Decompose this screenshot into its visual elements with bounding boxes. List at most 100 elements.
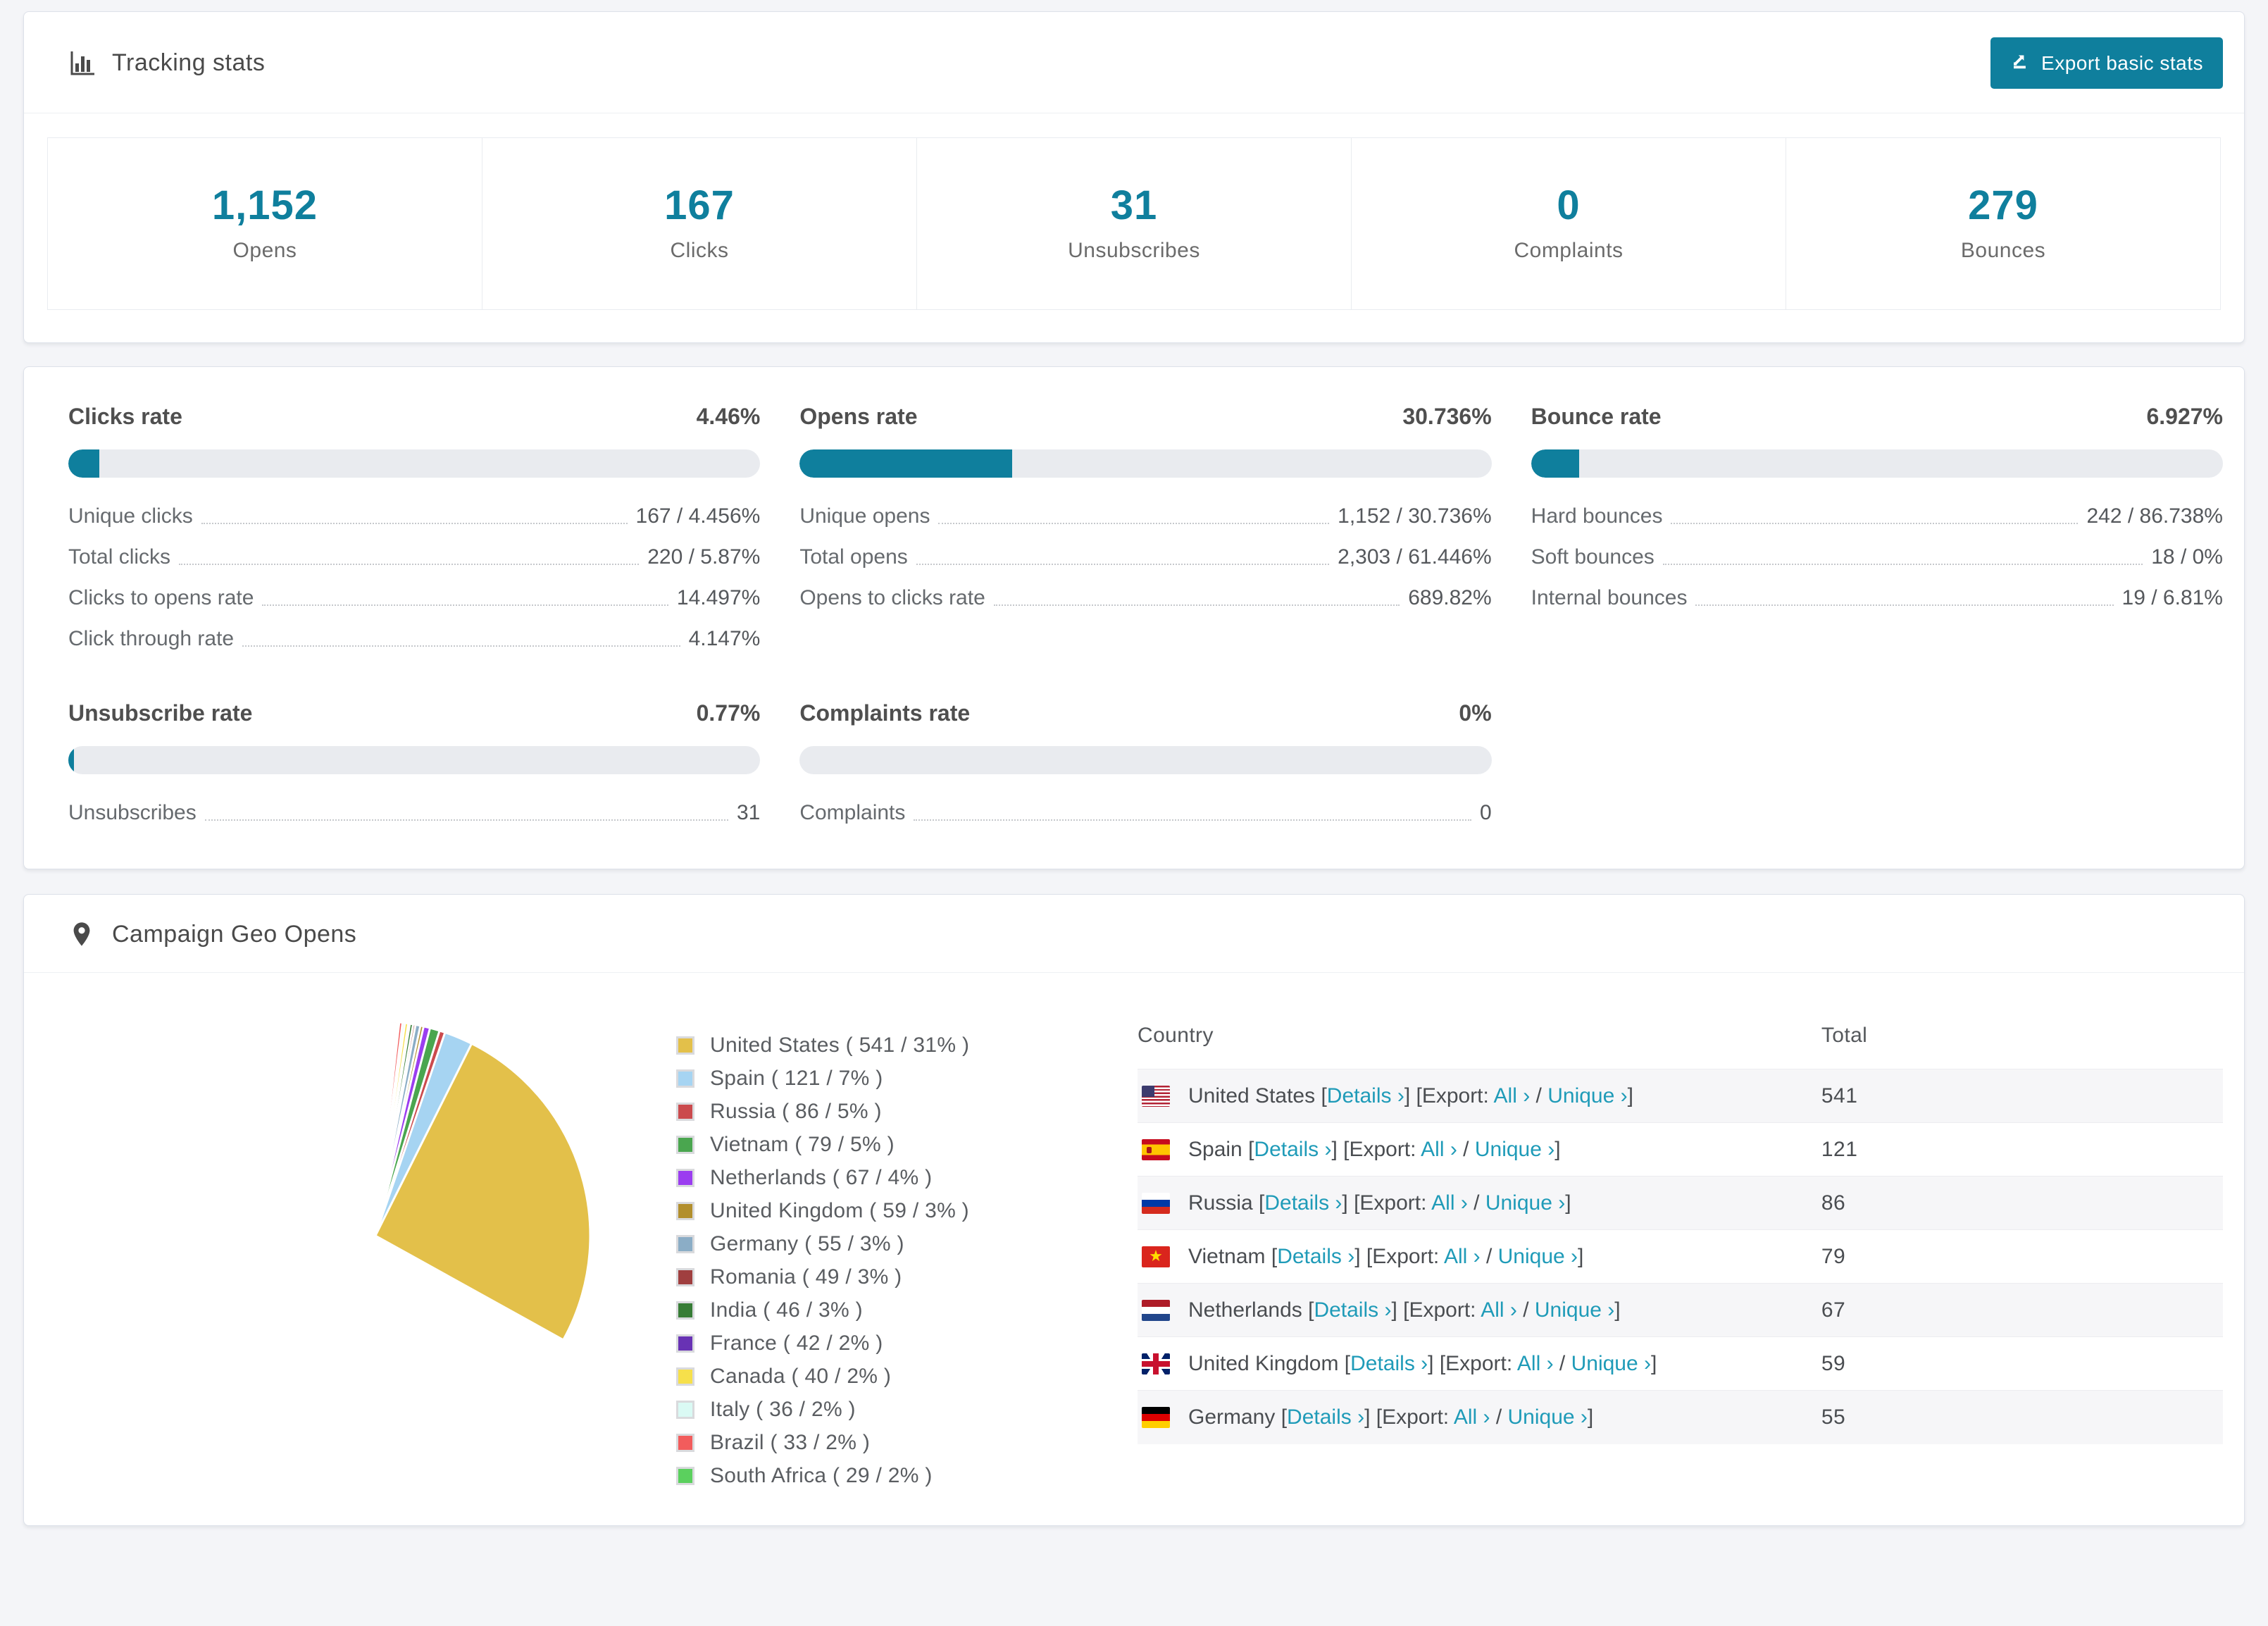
dotted-leader [916,558,1329,565]
vn-flag-icon [1142,1246,1170,1267]
export-all-link[interactable]: All › [1481,1298,1517,1322]
geo-legend: United States ( 541 / 31% ) Spain ( 121 … [676,1034,1081,1497]
stat-label: Unsubscribes [917,239,1351,263]
dotted-leader [914,814,1471,821]
dotted-leader [179,558,639,565]
details-link[interactable]: Details › [1277,1245,1354,1268]
country-name-and-links: Russia [Details ›] [Export: All › / Uniq… [1188,1191,1571,1215]
export-unique-link[interactable]: Unique › [1508,1405,1588,1429]
legend-swatch [676,1169,694,1187]
stat-label: Complaints [1352,239,1786,263]
column-header-total: Total [1821,1011,2223,1069]
rate-title: Complaints rate [799,700,970,726]
legend-swatch [676,1334,694,1353]
export-unique-link[interactable]: Unique › [1547,1084,1627,1107]
legend-item: Netherlands ( 67 / 4% ) [676,1166,1081,1190]
geo-title: Campaign Geo Opens [112,921,356,948]
export-all-link[interactable]: All › [1517,1352,1554,1375]
country-name-and-links: Vietnam [Details ›] [Export: All › / Uni… [1188,1245,1583,1269]
details-link[interactable]: Details › [1327,1084,1404,1107]
us-flag-icon [1142,1086,1170,1107]
rate-row-label: Complaints [799,802,905,824]
rate-title: Unsubscribe rate [68,700,252,726]
rate-detail-row: Click through rate 4.147% [68,628,760,650]
rate-group: Bounce rate 6.927% Hard bounces 242 / 86… [1531,404,2223,650]
progress-bar-track [799,746,1491,774]
legend-item: France ( 42 / 2% ) [676,1332,1081,1355]
country-name-and-links: United Kingdom [Details ›] [Export: All … [1188,1352,1657,1376]
export-basic-stats-button[interactable]: Export basic stats [1990,37,2223,89]
stat-cell: 0 Complaints [1351,138,1786,309]
country-name-and-links: Spain [Details ›] [Export: All › / Uniqu… [1188,1138,1561,1162]
details-link[interactable]: Details › [1314,1298,1391,1322]
export-unique-link[interactable]: Unique › [1485,1191,1565,1215]
legend-swatch [676,1434,694,1452]
rate-row-label: Unsubscribes [68,802,197,824]
geo-table-row: Netherlands [Details ›] [Export: All › /… [1138,1284,2223,1337]
rate-row-value: 2,303 / 61.446% [1338,547,1492,568]
export-all-link[interactable]: All › [1421,1138,1457,1161]
export-all-link[interactable]: All › [1431,1191,1468,1215]
export-all-link[interactable]: All › [1454,1405,1490,1429]
rate-detail-row: Opens to clicks rate 689.82% [799,588,1491,609]
nl-flag-icon [1142,1300,1170,1321]
rate-value: 0% [1459,700,1491,726]
details-link[interactable]: Details › [1287,1405,1364,1429]
rate-row-value: 14.497% [677,588,760,609]
rate-row-value: 1,152 / 30.736% [1338,506,1492,527]
map-pin-icon [68,920,96,948]
geo-table-container: Country Total United States [Details ›] … [1138,1011,2223,1467]
rate-detail-row: Total opens 2,303 / 61.446% [799,547,1491,568]
rate-detail-row: Unique clicks 167 / 4.456% [68,506,760,527]
dotted-leader [938,517,1329,524]
rates-card: Clicks rate 4.46% Unique clicks 167 / 4.… [23,366,2245,869]
legend-label: Germany ( 55 / 3% ) [710,1232,904,1256]
country-total: 541 [1821,1069,2223,1123]
export-unique-link[interactable]: Unique › [1571,1352,1651,1375]
country-name-and-links: United States [Details ›] [Export: All ›… [1188,1084,1633,1108]
details-link[interactable]: Details › [1264,1191,1342,1215]
legend-label: United States ( 541 / 31% ) [710,1034,969,1057]
country-total: 59 [1821,1337,2223,1391]
rate-row-value: 19 / 6.81% [2122,588,2223,609]
dotted-leader [1663,558,2143,565]
rate-row-label: Clicks to opens rate [68,588,254,609]
rate-title: Clicks rate [68,404,182,430]
export-unique-link[interactable]: Unique › [1535,1298,1614,1322]
rate-title: Opens rate [799,404,917,430]
geo-table-row: United States [Details ›] [Export: All ›… [1138,1069,2223,1123]
geo-table: Country Total United States [Details ›] … [1138,1011,2223,1444]
legend-swatch [676,1467,694,1485]
legend-item: India ( 46 / 3% ) [676,1298,1081,1322]
rate-row-value: 4.147% [689,628,761,650]
export-all-link[interactable]: All › [1494,1084,1531,1107]
geo-pie-chart [158,1018,593,1497]
stat-value: 279 [1786,182,2220,229]
geo-table-row: Germany [Details ›] [Export: All › / Uni… [1138,1391,2223,1444]
dotted-leader [1671,517,2078,524]
export-button-label: Export basic stats [2041,52,2203,75]
legend-item: Brazil ( 33 / 2% ) [676,1431,1081,1455]
rate-group: Complaints rate 0% Complaints 0 [799,700,1491,824]
export-all-link[interactable]: All › [1444,1245,1481,1268]
country-total: 67 [1821,1284,2223,1337]
rate-row-value: 220 / 5.87% [647,547,760,568]
export-unique-link[interactable]: Unique › [1475,1138,1554,1161]
geo-table-row: Vietnam [Details ›] [Export: All › / Uni… [1138,1230,2223,1284]
details-link[interactable]: Details › [1350,1352,1428,1375]
geo-table-row: Russia [Details ›] [Export: All › / Uniq… [1138,1177,2223,1230]
dotted-leader [201,517,628,524]
legend-label: Romania ( 49 / 3% ) [710,1265,902,1289]
legend-swatch [676,1235,694,1253]
tracking-stats-header: Tracking stats Export basic stats [24,12,2244,113]
stat-cell: 279 Bounces [1786,138,2220,309]
export-unique-link[interactable]: Unique › [1498,1245,1578,1268]
stat-cell: 31 Unsubscribes [916,138,1351,309]
details-link[interactable]: Details › [1254,1138,1331,1161]
progress-bar-fill [1531,449,1579,478]
rate-value: 30.736% [1402,404,1491,430]
dotted-leader [994,599,1400,606]
legend-item: Spain ( 121 / 7% ) [676,1067,1081,1091]
rate-group: Unsubscribe rate 0.77% Unsubscribes 31 [68,700,760,824]
column-header-country: Country [1138,1011,1821,1069]
